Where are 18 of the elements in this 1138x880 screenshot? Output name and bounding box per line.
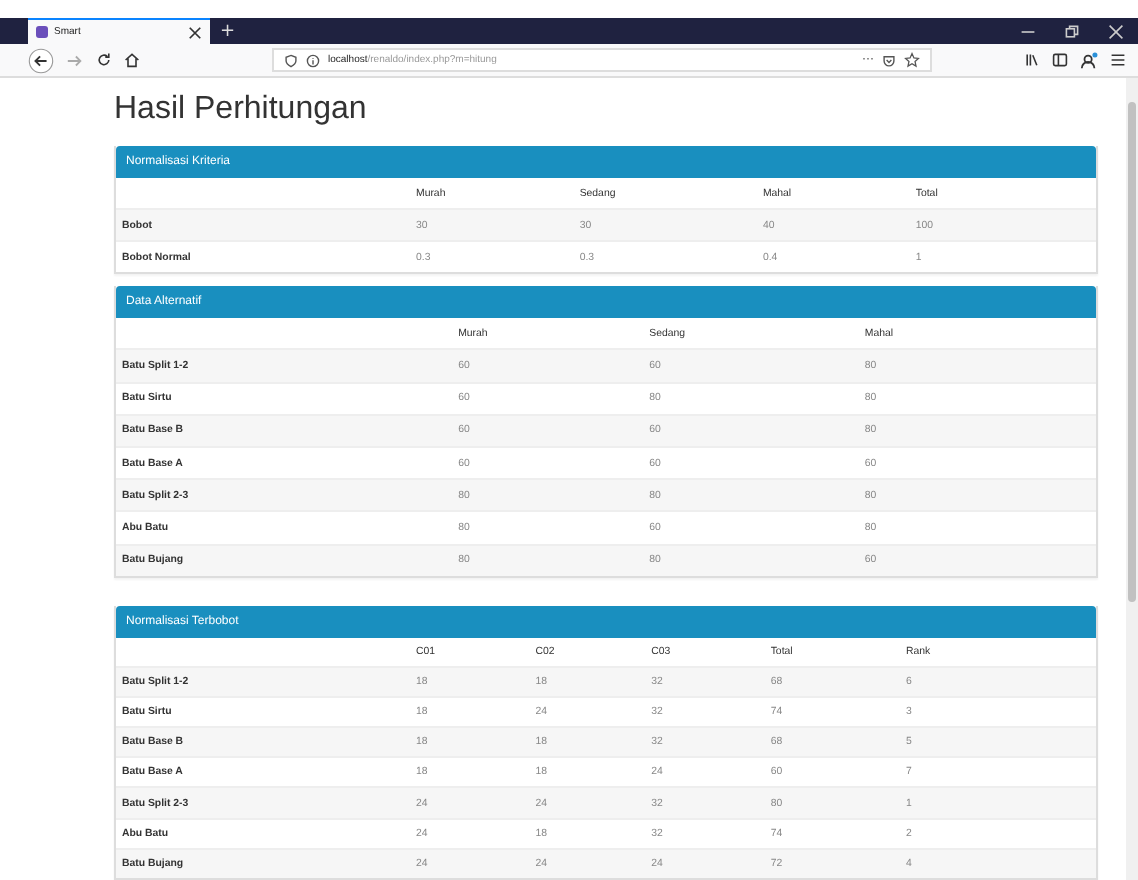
restore-icon[interactable] xyxy=(1064,23,1080,39)
shield-icon xyxy=(284,53,298,67)
scrollbar[interactable] xyxy=(1126,78,1138,880)
scrollbar-thumb[interactable] xyxy=(1128,102,1136,602)
menu-icon[interactable] xyxy=(1110,52,1126,68)
page-title: Hasil Perhitungan xyxy=(114,92,369,128)
star-icon[interactable] xyxy=(904,52,920,68)
new-tab-button[interactable]: + xyxy=(210,19,246,43)
home-icon[interactable] xyxy=(124,52,140,68)
close-icon[interactable] xyxy=(1108,23,1124,39)
info-icon xyxy=(306,53,320,67)
pocket-icon[interactable] xyxy=(882,53,896,67)
reload-icon[interactable] xyxy=(96,52,112,68)
account-icon[interactable] xyxy=(1080,51,1098,69)
site-favicon-icon xyxy=(36,26,48,38)
library-icon[interactable] xyxy=(1024,52,1040,68)
sidebar-icon[interactable] xyxy=(1052,52,1068,68)
close-tab-icon[interactable] xyxy=(188,25,202,39)
